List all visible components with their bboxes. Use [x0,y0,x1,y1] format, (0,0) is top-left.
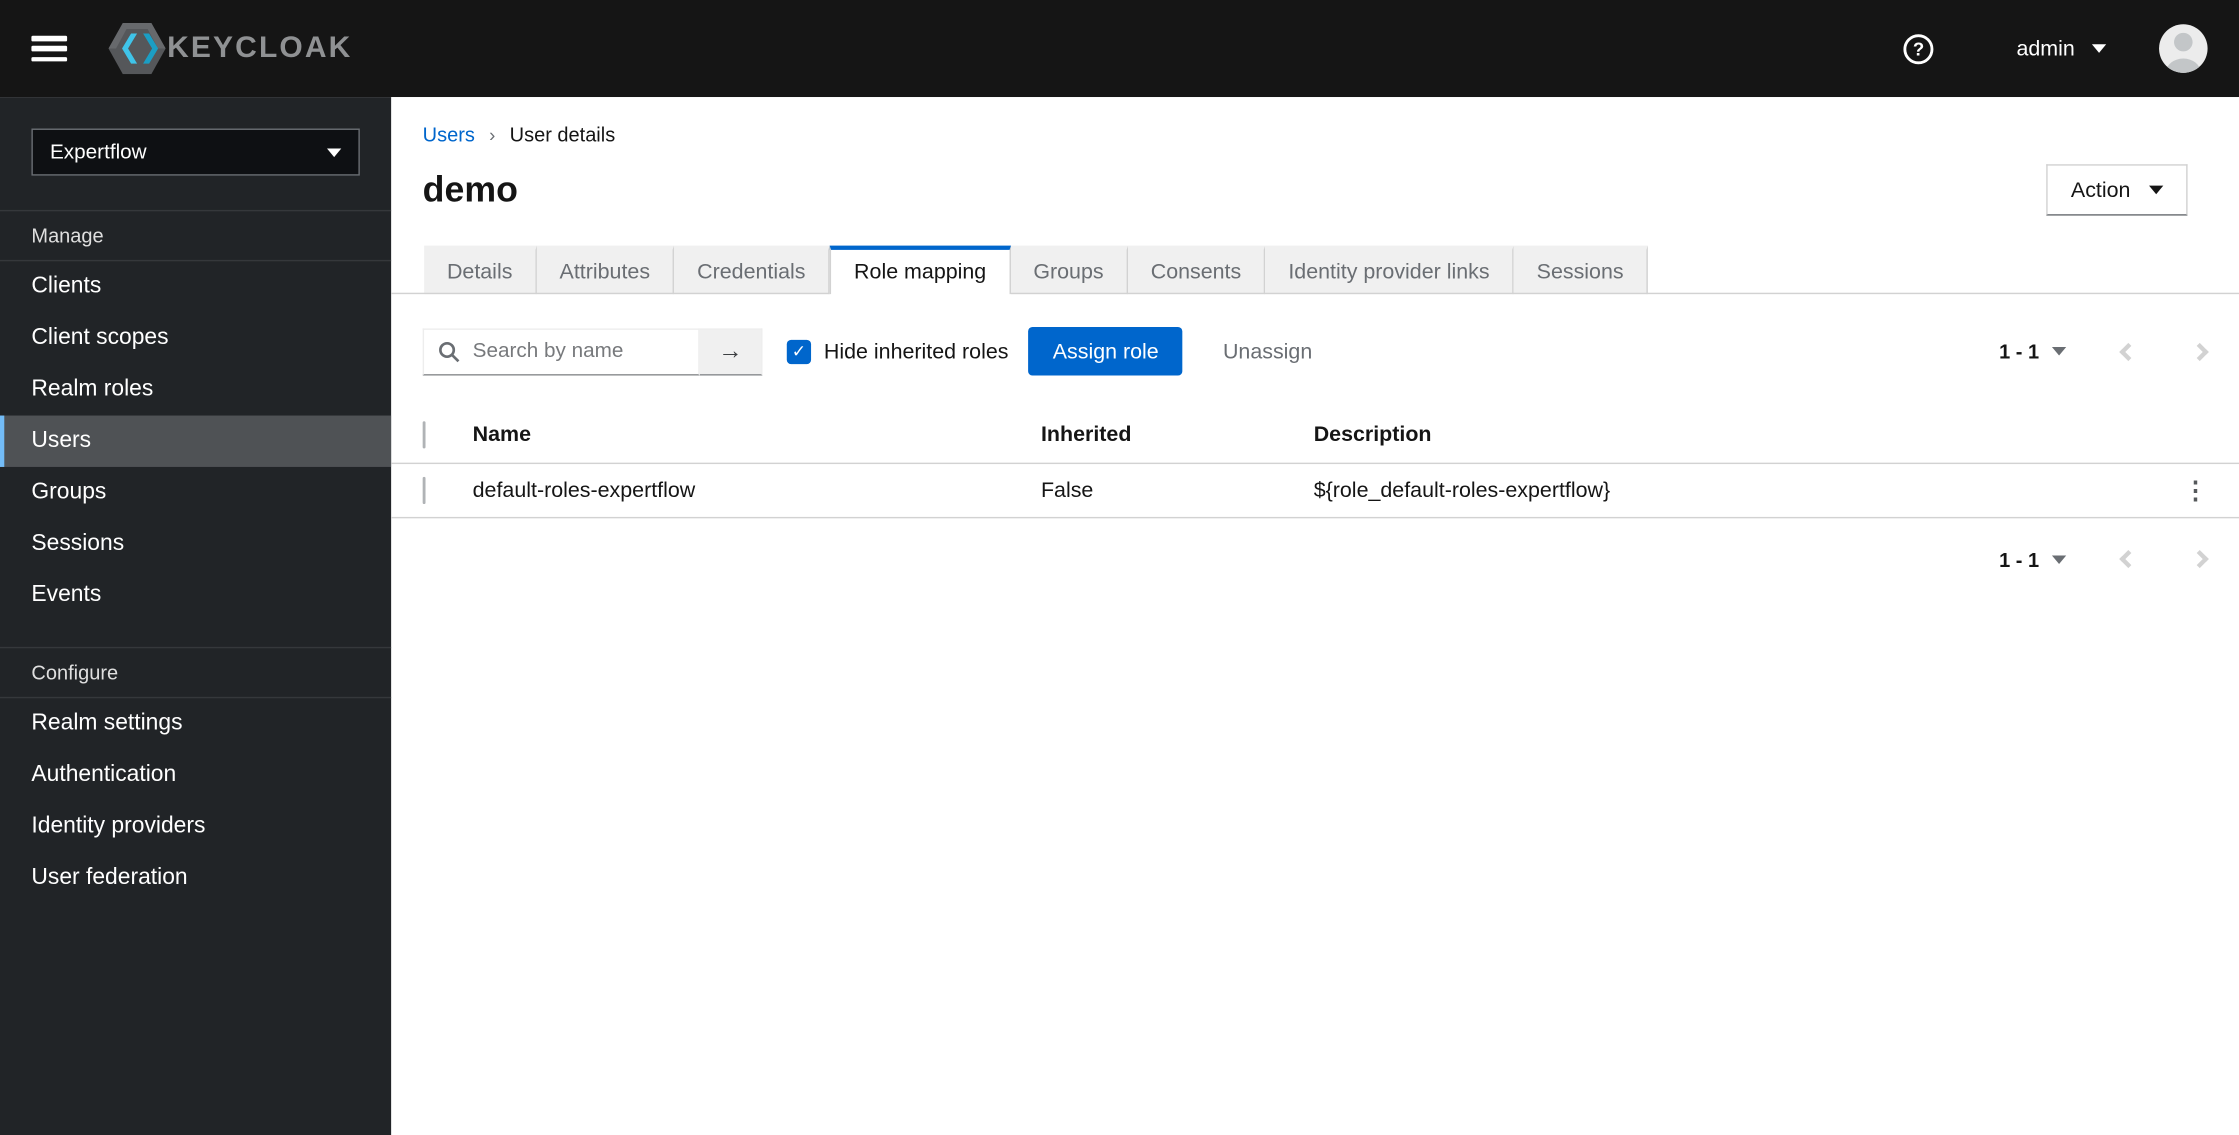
avatar-body [2166,58,2201,73]
masthead: KEYCLOAK ? admin [0,0,2239,98]
tab-identity-provider-links[interactable]: Identity provider links [1265,245,1514,295]
pagination-prev-button[interactable] [2119,338,2138,365]
cell-description: ${role_default-roles-expertflow} [1313,478,1611,503]
chevron-down-icon [2091,44,2107,53]
select-all-checkbox[interactable] [422,420,426,448]
nav-toggle-icon[interactable] [31,35,68,62]
row-checkbox[interactable] [422,476,426,505]
page-header: demo Action [391,146,2239,216]
avatar[interactable] [2159,24,2208,73]
tab-consents[interactable]: Consents [1127,245,1266,295]
role-mapping-table: Name Inherited Description default-roles… [391,406,2239,519]
realm-name: Expertflow [49,140,147,164]
pagination-next-button[interactable] [2190,338,2209,365]
help-icon[interactable]: ? [1903,33,1934,64]
tab-attributes[interactable]: Attributes [536,245,675,295]
search-input[interactable] [422,327,700,375]
breadcrumb-users-link[interactable]: Users [423,123,475,146]
chevron-right-icon [2190,549,2209,569]
action-label: Action [2070,177,2131,203]
breadcrumb: Users › User details [391,97,2239,146]
hide-inherited-roles-label[interactable]: Hide inherited roles [824,339,1009,363]
column-header-name: Name [472,421,531,447]
search-submit-button[interactable]: → [699,327,763,375]
nav-section-configure: Configure [0,646,392,699]
tab-bar: Details Attributes Credentials Role mapp… [391,245,2239,295]
cell-inherited: False [1040,478,1094,503]
chevron-right-icon [2190,342,2209,361]
realm-selector[interactable]: Expertflow [31,128,360,176]
chevron-left-icon [2119,342,2138,361]
sidebar-item-realm-roles[interactable]: Realm roles [0,364,391,415]
keycloak-logo[interactable]: KEYCLOAK [108,22,353,75]
sidebar-item-identity-providers[interactable]: Identity providers [0,801,391,852]
chevron-down-icon [326,147,342,157]
sidebar-item-client-scopes[interactable]: Client scopes [0,313,391,364]
pagination-range-text-bottom: 1 - 1 [1999,547,2040,571]
sidebar-item-sessions[interactable]: Sessions [0,518,391,569]
arrow-right-icon: → [718,336,743,365]
breadcrumb-current: User details [509,122,616,146]
sidebar-item-events[interactable]: Events [0,570,391,621]
page-title: demo [422,169,518,210]
nav-section-manage: Manage [0,209,392,262]
sidebar-item-realm-settings[interactable]: Realm settings [0,698,391,749]
check-icon: ✓ [791,341,807,362]
unassign-button[interactable]: Unassign [1223,339,1312,363]
user-menu-dropdown[interactable]: admin [2016,36,2107,61]
action-dropdown-button[interactable]: Action [2046,164,2188,216]
pagination-top: 1 - 1 [1999,338,2209,365]
column-header-inherited: Inherited [1040,421,1132,447]
pagination-next-button-bottom[interactable] [2190,545,2209,572]
pagination-bottom: 1 - 1 [1999,545,2209,572]
avatar-head [2174,32,2193,52]
hide-inherited-roles-checkbox[interactable]: ✓ [786,339,812,364]
chevron-down-icon [2051,346,2067,356]
sidebar-item-clients[interactable]: Clients [0,261,391,312]
column-header-description: Description [1313,421,1432,447]
main-content: Users › User details demo Action Details… [391,97,2239,1135]
sidebar-item-users[interactable]: Users [0,415,392,467]
breadcrumb-separator-icon: › [489,123,496,145]
pagination-range-dropdown[interactable]: 1 - 1 [1999,339,2067,363]
username: admin [2016,36,2075,61]
search-group: → [422,327,763,375]
tab-sessions[interactable]: Sessions [1513,245,1648,295]
table-header-row: Name Inherited Description [391,406,2239,465]
brand-text: KEYCLOAK [167,31,353,65]
tab-details[interactable]: Details [424,245,537,295]
table-row: default-roles-expertflow False ${role_de… [391,464,2239,519]
sidebar-item-user-federation[interactable]: User federation [0,852,391,903]
pagination-range-text: 1 - 1 [1999,339,2040,363]
tab-groups[interactable]: Groups [1010,245,1128,295]
chevron-down-icon [2149,185,2164,195]
masthead-right: ? admin [1903,24,2208,73]
sidebar-nav: Expertflow Manage Clients Client scopes … [0,97,392,1135]
tab-role-mapping[interactable]: Role mapping [829,245,1011,295]
sidebar-item-authentication[interactable]: Authentication [0,750,391,801]
cell-role-name: default-roles-expertflow [472,478,696,503]
sidebar-item-groups[interactable]: Groups [0,467,391,518]
keycloak-admin-console: KEYCLOAK ? admin Expertflow Manage Clien… [0,0,2239,1135]
tab-credentials[interactable]: Credentials [674,245,830,295]
pagination-prev-button-bottom[interactable] [2119,545,2138,572]
search-icon [439,341,460,362]
keycloak-hexagon-icon [108,22,166,75]
hide-inherited-roles-group: ✓ Hide inherited roles [786,339,1009,364]
pagination-bottom-wrap: 1 - 1 [391,518,2239,572]
chevron-left-icon [2119,549,2138,569]
row-kebab-menu-icon[interactable]: ⋮ [2183,478,2207,502]
chevron-down-icon [2051,554,2067,564]
role-mapping-toolbar: → ✓ Hide inherited roles Assign role Una… [391,294,2239,376]
assign-role-button[interactable]: Assign role [1028,326,1183,376]
pagination-range-dropdown-bottom[interactable]: 1 - 1 [1999,547,2067,571]
